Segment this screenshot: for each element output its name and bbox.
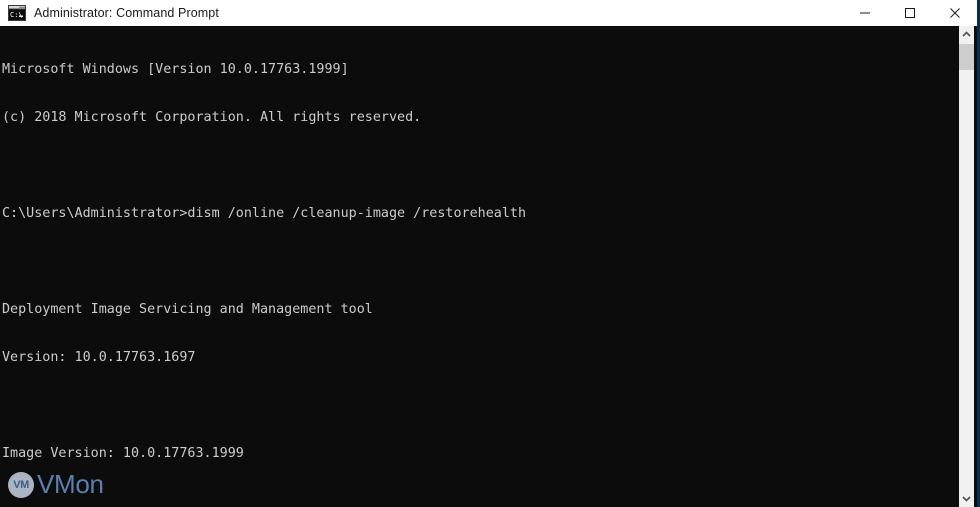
terminal-line: Version: 10.0.17763.1697: [2, 350, 196, 365]
scrollbar-track[interactable]: [959, 43, 974, 490]
terminal-line: Deployment Image Servicing and Managemen…: [2, 302, 373, 317]
terminal-line: (c) 2018 Microsoft Corporation. All righ…: [2, 110, 422, 125]
terminal-command-line: C:\Users\Administrator>dism /online /cle…: [2, 206, 527, 221]
maximize-button[interactable]: [887, 0, 932, 26]
vertical-scrollbar[interactable]: [959, 26, 974, 507]
svg-text:C:\: C:\: [10, 11, 23, 19]
terminal-text: Microsoft Windows [Version 10.0.17763.19…: [0, 26, 962, 507]
window-title: Administrator: Command Prompt: [34, 6, 219, 20]
terminal-line: Microsoft Windows [Version 10.0.17763.19…: [2, 62, 349, 77]
title-bar[interactable]: C:\ Administrator: Command Prompt: [0, 0, 977, 26]
minimize-button[interactable]: [842, 0, 887, 26]
scroll-up-arrow-icon[interactable]: [959, 26, 974, 43]
terminal-output-area[interactable]: Microsoft Windows [Version 10.0.17763.19…: [0, 26, 962, 507]
window-controls: [842, 0, 977, 26]
terminal-line: Image Version: 10.0.17763.1999: [2, 446, 244, 461]
command-prompt-window: C:\ Administrator: Command Prompt Micros…: [0, 0, 980, 507]
command-prompt-icon[interactable]: C:\: [8, 5, 26, 21]
scroll-thumb[interactable]: [959, 44, 974, 70]
close-button[interactable]: [932, 0, 977, 26]
scroll-down-arrow-icon[interactable]: [959, 490, 974, 507]
